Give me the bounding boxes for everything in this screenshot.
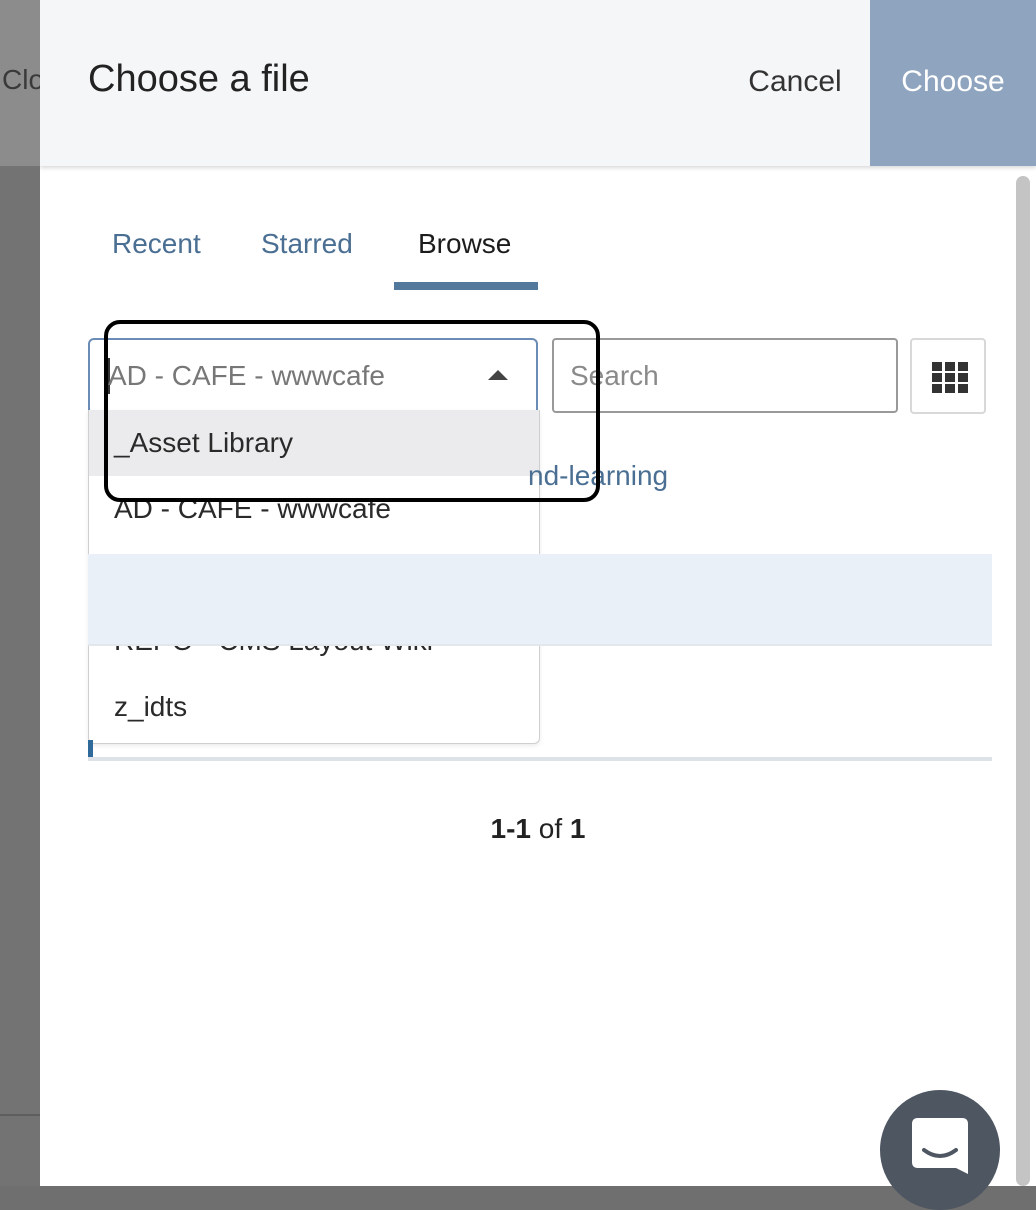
dropdown-option-z-idts[interactable]: z_idts [89,674,539,740]
search-input[interactable] [552,338,898,413]
pagination-summary: 1-1 of 1 [490,813,586,844]
dropdown-option-asset-library[interactable]: _Asset Library [89,410,539,476]
dropdown-option-cafe[interactable]: AD - CAFE - wwwcafe [89,476,539,542]
active-tab-indicator [394,282,538,290]
breadcrumb-folder-link[interactable]: nd-learning [528,460,668,492]
backdrop-partial-text: Clo [2,64,45,95]
site-select-value: AD - CAFE - wwwcafe [108,360,385,391]
pagination-end: 1 [515,813,531,844]
modal-header: Choose a file Cancel Choose [40,0,1036,166]
grid-view-button[interactable] [910,338,986,414]
pagination-of: of [538,813,563,844]
list-bottom-border [88,757,992,761]
cancel-button[interactable]: Cancel [720,60,870,104]
tab-recent[interactable]: Recent [112,228,201,260]
site-select[interactable]: AD - CAFE - wwwcafe [88,338,538,410]
list-row-divider [88,644,992,646]
tab-browse[interactable]: Browse [418,228,511,260]
list-header-row [88,554,992,644]
pagination-total: 1 [569,813,586,844]
modal-title: Choose a file [88,58,310,100]
tab-starred[interactable]: Starred [261,228,353,260]
list-row-accent [88,740,93,758]
chevron-up-icon[interactable] [488,370,508,380]
vertical-scrollbar[interactable] [1016,176,1030,1186]
backdrop-divider [0,1114,40,1116]
choose-button[interactable]: Choose [870,0,1036,166]
chat-bubble-icon [912,1118,968,1174]
pagination-start: 1 [490,813,507,844]
file-chooser-modal: Choose a file Cancel Choose Recent Starr… [40,0,1036,1186]
grid-icon [932,362,968,393]
chat-launcher-button[interactable] [880,1090,1000,1210]
